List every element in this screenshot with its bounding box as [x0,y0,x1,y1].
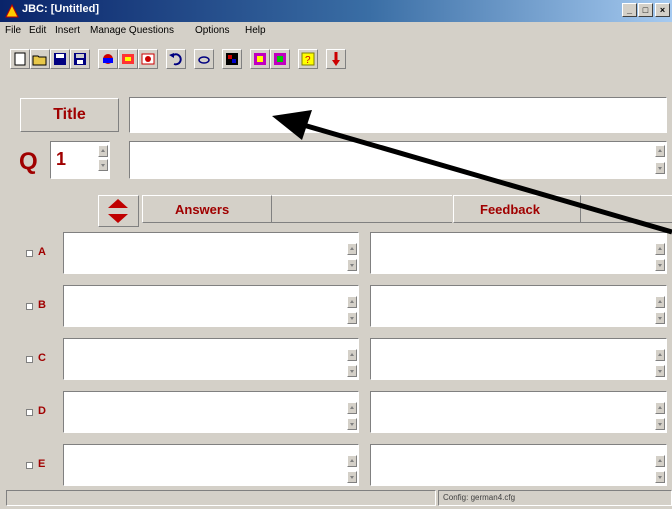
annotation-arrow [272,110,672,235]
